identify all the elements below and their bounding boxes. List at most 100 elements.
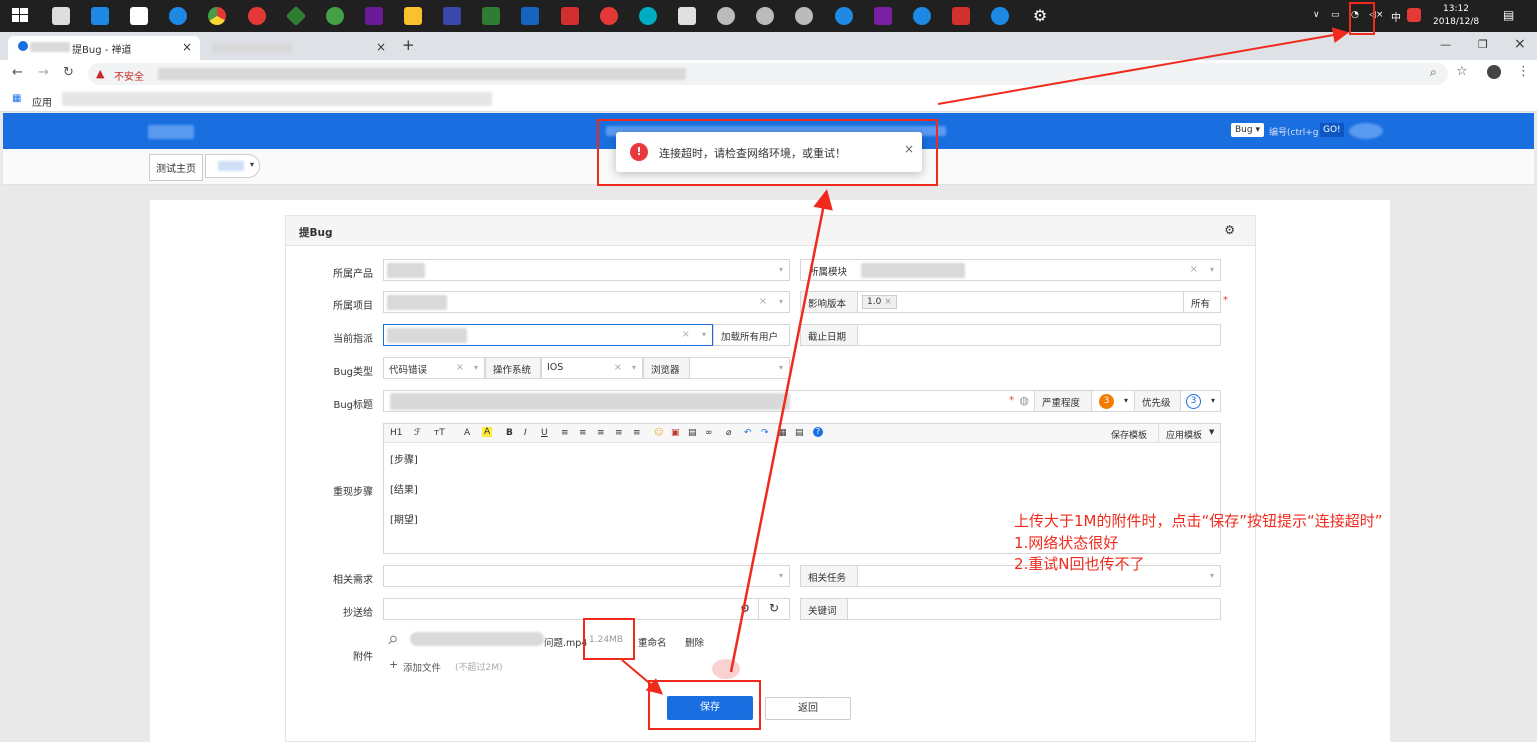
apply-template-button[interactable]: 应用模板 bbox=[1166, 428, 1202, 441]
affected-version-select[interactable]: 1.0 × bbox=[857, 291, 1184, 313]
document-icon[interactable] bbox=[130, 7, 148, 25]
chrome-menu-icon[interactable]: ⋮ bbox=[1517, 64, 1530, 79]
notification-icon[interactable]: ▤ bbox=[1503, 8, 1514, 22]
chrome-icon[interactable] bbox=[208, 7, 226, 25]
url-input[interactable]: ▲ 不安全 bbox=[88, 63, 1448, 85]
chip-remove-icon[interactable]: × bbox=[884, 297, 892, 307]
module-select[interactable]: 所属模块 × ▾ bbox=[800, 259, 1221, 281]
send-app-icon[interactable] bbox=[913, 7, 931, 25]
windows-start-icon[interactable] bbox=[12, 7, 30, 25]
clear-icon[interactable]: × bbox=[759, 296, 767, 307]
word-icon[interactable] bbox=[521, 7, 539, 25]
table-icon[interactable]: ▦ bbox=[778, 428, 787, 438]
edge-icon[interactable] bbox=[169, 7, 187, 25]
clear-format-icon[interactable]: ⌀ bbox=[726, 428, 731, 438]
unordered-list-icon[interactable]: ≡ bbox=[633, 428, 641, 438]
severity-select[interactable]: 3 ▾ bbox=[1091, 390, 1135, 412]
minimize-icon[interactable]: — bbox=[1440, 38, 1451, 51]
clear-icon[interactable]: × bbox=[682, 329, 690, 340]
star-app-icon[interactable] bbox=[91, 7, 109, 25]
font-size-icon[interactable]: ᴛT bbox=[434, 428, 445, 438]
link-icon[interactable]: ∞ bbox=[705, 428, 713, 438]
datagrip-icon[interactable] bbox=[365, 7, 383, 25]
apps-grid-icon[interactable]: ▦ bbox=[12, 93, 21, 104]
link-app-icon-3[interactable] bbox=[795, 7, 813, 25]
product-switcher[interactable]: ▾ bbox=[205, 154, 260, 178]
battery-icon[interactable]: ▭ bbox=[1331, 10, 1340, 20]
refresh-icon[interactable]: ↻ bbox=[758, 598, 790, 620]
cc-settings-gear-icon[interactable]: ⚙ bbox=[740, 602, 750, 615]
heading-icon[interactable]: H1 bbox=[390, 428, 403, 438]
link-app-icon[interactable] bbox=[717, 7, 735, 25]
clear-icon[interactable]: × bbox=[1190, 264, 1198, 275]
back-icon[interactable]: ← bbox=[12, 65, 23, 80]
sogou-icon[interactable] bbox=[1407, 8, 1421, 22]
window-app-icon[interactable] bbox=[678, 7, 696, 25]
search-input[interactable]: 编号(ctrl+g bbox=[1269, 125, 1318, 138]
load-all-users-button[interactable]: 加载所有用户 bbox=[713, 324, 790, 346]
bookmark-apps[interactable]: 应用 bbox=[32, 94, 52, 109]
clock-time[interactable]: 13:12 bbox=[1443, 4, 1469, 14]
image-icon[interactable]: ▣ bbox=[671, 428, 680, 438]
music-app-icon[interactable] bbox=[600, 7, 618, 25]
xmind-icon[interactable] bbox=[561, 7, 579, 25]
calculator-icon[interactable] bbox=[52, 7, 70, 25]
settings-gear-icon[interactable]: ⚙ bbox=[1031, 7, 1049, 25]
browser-select[interactable]: ▾ bbox=[689, 357, 790, 379]
bug-title-input[interactable]: * ◍ bbox=[383, 390, 1035, 412]
align-center-icon[interactable]: ≡ bbox=[579, 428, 587, 438]
clear-icon[interactable]: × bbox=[614, 362, 622, 373]
italic-icon[interactable]: I bbox=[524, 428, 527, 438]
folder-icon[interactable] bbox=[404, 7, 422, 25]
add-file-button[interactable]: 添加文件 bbox=[403, 660, 441, 674]
priority-select[interactable]: 3 ▾ bbox=[1180, 390, 1221, 412]
assigned-select[interactable]: × ▾ bbox=[383, 324, 713, 346]
axure-rp-icon[interactable] bbox=[874, 7, 892, 25]
xmind-icon-2[interactable] bbox=[952, 7, 970, 25]
all-versions-button[interactable]: 所有 bbox=[1183, 291, 1221, 313]
excel-icon[interactable] bbox=[482, 7, 500, 25]
add-icon[interactable]: + bbox=[389, 658, 398, 671]
align-left-icon[interactable]: ≡ bbox=[561, 428, 569, 438]
ordered-list-icon[interactable]: ≡ bbox=[615, 428, 623, 438]
tray-chevron-icon[interactable]: ∨ bbox=[1313, 10, 1320, 20]
delete-button[interactable]: 删除 bbox=[685, 635, 704, 649]
netease-icon[interactable] bbox=[248, 7, 266, 25]
font-color-icon[interactable]: A bbox=[464, 428, 470, 438]
bookmark-star-icon[interactable]: ☆ bbox=[1456, 64, 1468, 79]
project-select[interactable]: × ▾ bbox=[383, 291, 790, 313]
undo-icon[interactable]: ↶ bbox=[744, 428, 752, 438]
zoom-icon[interactable]: ⌕ bbox=[1430, 65, 1437, 80]
new-tab-icon[interactable]: + bbox=[402, 36, 415, 54]
version-chip[interactable]: 1.0 × bbox=[862, 295, 897, 309]
forward-icon[interactable]: → bbox=[38, 65, 49, 80]
video-player-icon[interactable] bbox=[639, 7, 657, 25]
wechat-icon[interactable] bbox=[326, 7, 344, 25]
save-template-button[interactable]: 保存模板 bbox=[1111, 428, 1147, 441]
related-story-select[interactable]: ▾ bbox=[383, 565, 790, 587]
cc-select[interactable]: ⚙ bbox=[383, 598, 759, 620]
font-family-icon[interactable]: ℱ bbox=[414, 428, 421, 438]
clear-icon[interactable]: × bbox=[456, 362, 464, 373]
product-select[interactable]: ▾ bbox=[383, 259, 790, 281]
deadline-input[interactable] bbox=[857, 324, 1221, 346]
form-settings-gear-icon[interactable]: ⚙ bbox=[1224, 223, 1235, 237]
blue-app-icon[interactable] bbox=[835, 7, 853, 25]
back-button[interactable]: 返回 bbox=[765, 697, 851, 720]
redo-icon[interactable]: ↷ bbox=[761, 428, 769, 438]
rename-button[interactable]: 重命名 bbox=[638, 635, 667, 649]
link-app-icon-2[interactable] bbox=[756, 7, 774, 25]
help-icon[interactable]: ? bbox=[813, 427, 823, 437]
align-right-icon[interactable]: ≡ bbox=[597, 428, 605, 438]
window-close-icon[interactable]: × bbox=[1514, 36, 1526, 52]
breadcrumb-home[interactable]: 测试主页 bbox=[149, 154, 203, 181]
search-type-select[interactable]: Bug ▾ bbox=[1231, 123, 1264, 137]
keywords-input[interactable] bbox=[847, 598, 1221, 620]
attachment-file-name[interactable]: 问题.mp4 bbox=[544, 635, 587, 649]
search-go-button[interactable]: GO! bbox=[1320, 123, 1344, 137]
browser-tab-2[interactable]: × bbox=[202, 36, 394, 60]
tab-close-icon[interactable]: × bbox=[376, 40, 386, 54]
emoji-icon[interactable]: ☺ bbox=[654, 428, 663, 438]
os-select[interactable]: IOS × ▾ bbox=[541, 357, 643, 379]
profile-avatar-icon[interactable] bbox=[1487, 65, 1501, 79]
